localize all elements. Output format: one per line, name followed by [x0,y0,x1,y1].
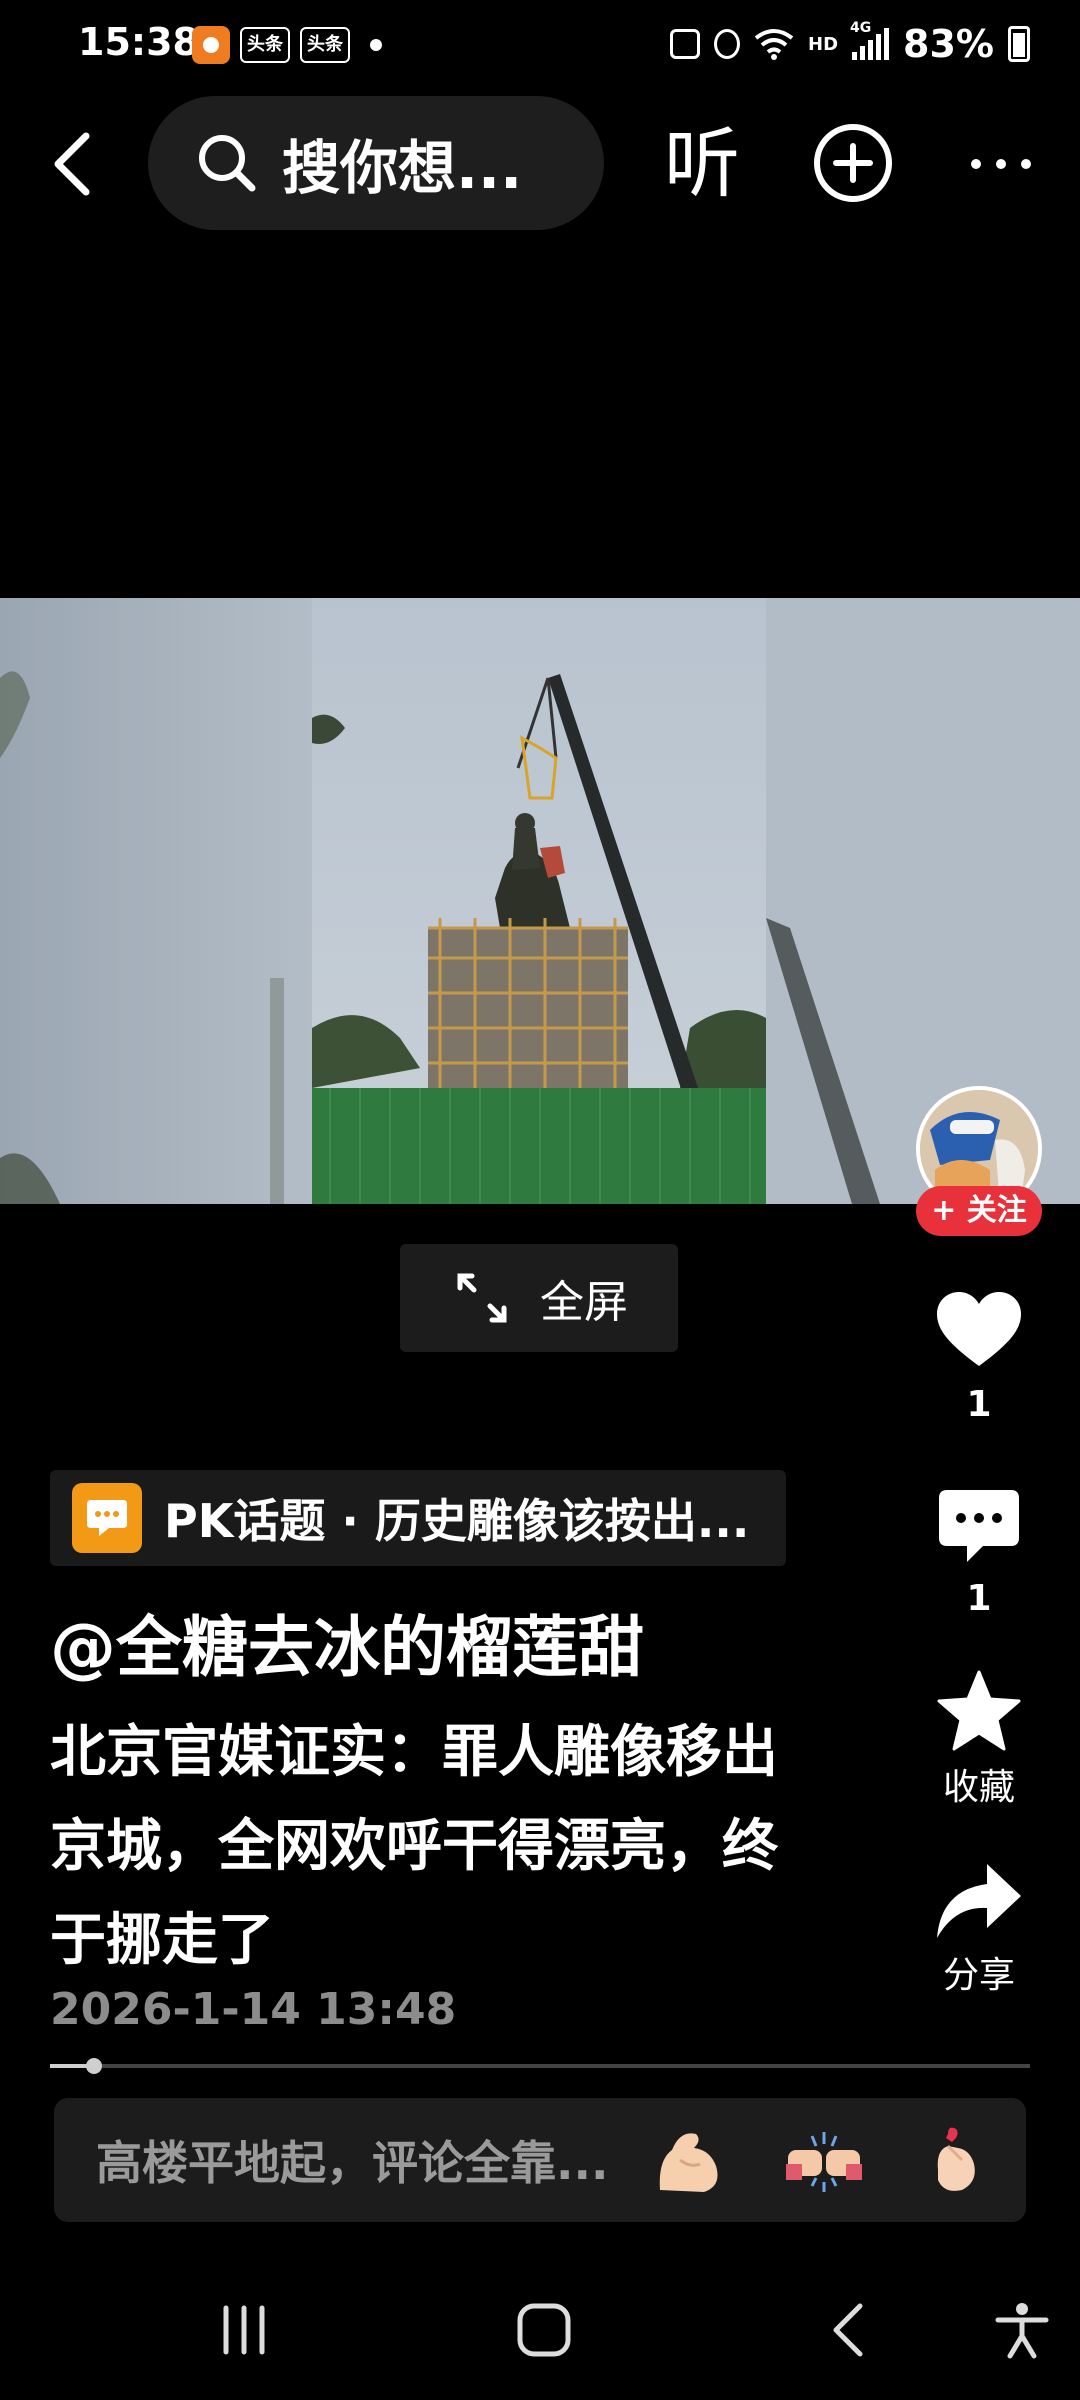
battery-percent: 83% [903,22,994,66]
like-button[interactable]: 1 [916,1290,1042,1425]
pk-topic-banner[interactable]: PK话题 · 历史雕像该按出... [50,1470,786,1566]
fist-bump-icon [786,2132,862,2192]
video-frame [0,598,1080,1204]
recent-apps-icon[interactable] [214,2300,274,2360]
home-icon[interactable] [514,2300,574,2360]
comment-count: 1 [966,1578,992,1619]
favorite-button[interactable]: 收藏 [916,1670,1042,1810]
top-nav: 搜你想... 听 [0,96,1080,230]
post-timestamp: 2026-1-14 13:48 [50,1984,457,2035]
add-button[interactable] [812,122,894,204]
star-icon [937,1670,1021,1751]
like-count: 1 [966,1384,992,1425]
share-label: 分享 [942,1955,1015,1996]
back-button[interactable] [34,124,114,204]
favorite-label: 收藏 [942,1767,1015,1808]
battery-icon [1008,26,1030,62]
fist-bump-emoji-button[interactable] [784,2120,864,2200]
status-notification-icons: 头条 头条 [192,26,382,64]
toutiao-notification-icon-2: 头条 [300,27,350,63]
back-arrow-icon [54,132,90,196]
signal-icon: 4G [850,20,890,60]
comment-bubble-icon [939,1490,1019,1562]
wifi-icon [754,29,794,60]
flexed-biceps-icon [659,2133,718,2192]
plus-circle-icon [814,124,892,202]
comment-input[interactable]: 高楼平地起，评论全靠... [54,2098,1026,2222]
system-back-icon[interactable] [820,2300,880,2360]
progress-knob[interactable] [86,2058,103,2074]
app-notification-icon [192,26,230,64]
accessibility-icon[interactable] [992,2300,1052,2360]
search-placeholder: 搜你想... [282,134,523,202]
follow-button[interactable]: + 关注 [916,1186,1042,1236]
finger-heart-emoji-button[interactable] [918,2120,998,2200]
share-button[interactable]: 分享 [916,1862,1042,1998]
listen-button[interactable]: 听 [664,124,740,204]
search-icon [199,135,256,192]
finger-heart-icon [937,2127,975,2191]
status-system-icons: HD 4G 83% [670,20,1030,66]
pk-topic-text: PK话题 · 历史雕像该按出... [164,1494,750,1548]
author-name[interactable]: @全糖去冰的榴莲甜 [50,1594,644,1690]
flexed-biceps-emoji-button[interactable] [650,2120,730,2200]
hd-indicator: HD [808,33,839,55]
toutiao-notification-icon: 头条 [240,27,290,63]
chat-bubble-icon [72,1483,142,1553]
share-arrow-icon [937,1864,1021,1938]
video-progress-bar[interactable] [50,2058,1030,2074]
network-gen-label: 4G [850,20,872,36]
system-navigation-bar [0,2260,1080,2400]
video-player[interactable] [0,598,1080,1204]
fullscreen-label: 全屏 [540,1277,628,1328]
expand-icon [457,1273,507,1323]
comment-placeholder: 高楼平地起，评论全靠... [96,2136,609,2190]
fullscreen-button[interactable]: 全屏 [400,1244,678,1352]
heart-icon [937,1292,1021,1366]
search-input[interactable]: 搜你想... [148,96,604,230]
sync-status-icon [714,29,741,59]
more-notifications-dot-icon [370,39,382,51]
post-title: 北京官媒证实：罪人雕像移出京城，全网欢呼干得漂亮，终于挪走了 [50,1720,778,1973]
more-button[interactable] [966,134,1036,194]
status-bar: 15:38 头条 头条 HD 4G 83% [0,0,1080,92]
message-status-icon [670,29,701,59]
comment-button[interactable]: 1 [916,1488,1042,1619]
more-dots-icon [971,159,1031,169]
status-time: 15:38 [78,20,199,64]
